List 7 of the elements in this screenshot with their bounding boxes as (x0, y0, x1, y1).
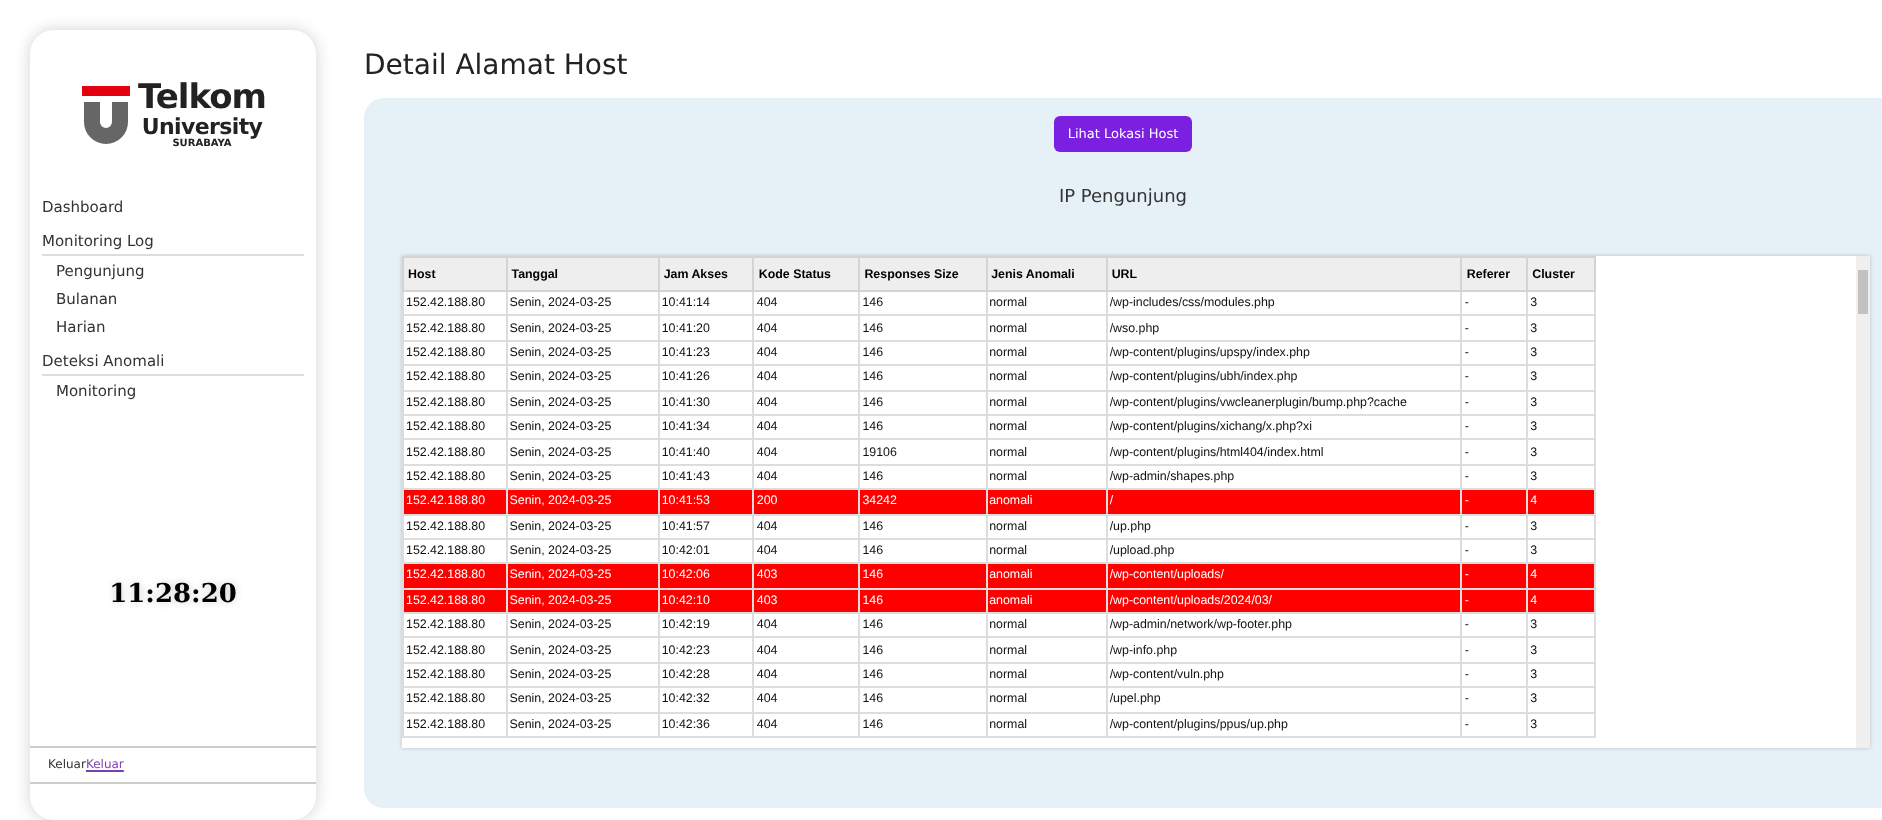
logo-title: Telkom (138, 82, 266, 116)
page-title: Detail Alamat Host (364, 50, 630, 82)
section-title: IP Pengunjung (1058, 188, 1188, 208)
logo-subtitle: University (141, 116, 263, 138)
logo-icon (80, 86, 133, 146)
scrollbar[interactable] (1856, 256, 1870, 748)
clock: 11:28:20 (107, 580, 239, 610)
